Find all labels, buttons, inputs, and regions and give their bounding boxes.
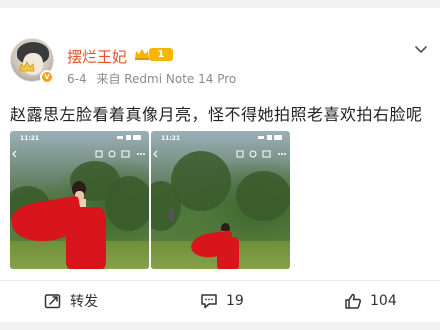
image-tree [236,171,290,221]
post-image-1[interactable]: 11:21 [10,131,149,269]
post-source: 来自 Redmi Note 14 Pro [96,72,237,86]
image-time: 11:21 [161,135,181,142]
comment-icon [201,294,217,309]
figure-dress [217,237,239,269]
chevron-down-icon[interactable] [414,45,428,55]
like-icon [345,293,362,309]
image-toolbar-icons [12,150,145,158]
like-button[interactable]: 104 [344,292,397,310]
image-tree [105,176,149,231]
status-icons [117,135,141,140]
post-meta: 6-4 来自 Redmi Note 14 Pro [67,70,236,87]
figure-dress [66,207,106,269]
post-card: V 摆烂王妃 1 6-4 来自 Redmi Note 14 Pro 赵露思左脸看… [0,8,440,322]
level-badge[interactable]: 1 [133,47,175,61]
post-image-2[interactable]: 11:21 [151,131,290,269]
crown-icon [19,61,35,72]
post-text: 赵露思左脸看着真像月亮，怪不得她拍照老喜欢拍右脸呢 [10,105,423,124]
lamp-post [169,209,174,221]
username[interactable]: 摆烂王妃 [67,46,127,67]
image-toolbar-icons [153,150,286,158]
like-count: 104 [370,293,397,309]
level-number: 1 [149,48,173,61]
image-status-bar: 11:21 [151,131,290,145]
action-divider [0,280,440,281]
repost-icon [44,294,61,309]
status-icons [258,135,282,140]
comment-count: 19 [226,293,244,309]
comment-button[interactable]: 19 [200,292,244,310]
image-time: 11:21 [20,135,40,142]
repost-label: 转发 [70,294,98,310]
repost-button[interactable]: 转发 [44,292,98,310]
post-date: 6-4 [67,72,87,86]
verified-badge-icon: V [40,70,54,84]
image-status-bar: 11:21 [10,131,149,145]
